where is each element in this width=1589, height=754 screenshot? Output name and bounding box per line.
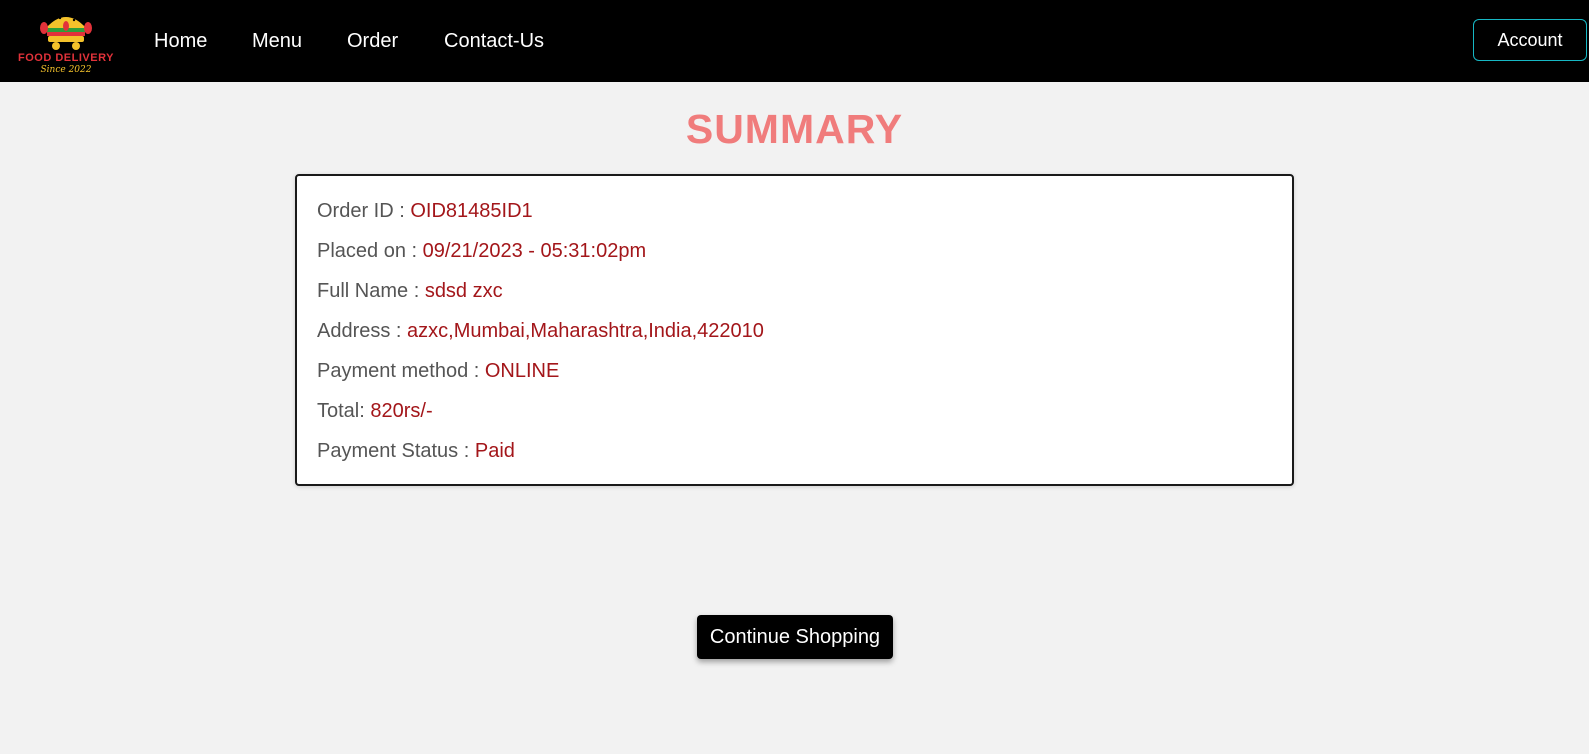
nav-home-link[interactable]: Home [154,28,207,54]
total-row: Total: 820rs/- [317,398,433,424]
brand-tagline: Since 2022 [40,65,92,75]
navbar: FOOD DELIVERY Since 2022 Home Menu Order… [0,0,1589,82]
full-name-value: sdsd zxc [424,280,503,302]
placed-on-label: Placed on : [317,240,423,262]
payment-status-row: Payment Status : Paid [317,438,515,464]
payment-method-row: Payment method : ONLINE [317,358,559,384]
total-value: 820rs/- [370,400,433,422]
payment-status-value: Paid [474,440,515,462]
address-value: azxc,Mumbai,Maharashtra,India,422010 [407,320,764,342]
full-name-label: Full Name : [317,280,425,302]
payment-method-label: Payment method : [317,360,485,382]
order-id-value: OID81485ID1 [410,200,533,222]
payment-method-value: ONLINE [484,360,560,382]
continue-shopping-button[interactable]: Continue Shopping [697,615,893,659]
burger-cart-logo-icon [40,13,92,50]
total-label: Total: [317,400,371,422]
address-row: Address : azxc,Mumbai,Maharashtra,India,… [317,318,764,344]
nav-order-link[interactable]: Order [347,28,398,54]
brand-name: FOOD DELIVERY [18,52,114,64]
placed-on-row: Placed on : 09/21/2023 - 05:31:02pm [317,238,646,264]
full-name-row: Full Name : sdsd zxc [317,278,503,304]
order-summary-card: Order ID : OID81485ID1 Placed on : 09/21… [295,174,1294,486]
nav-contact-us-link[interactable]: Contact-Us [444,28,544,54]
page-title: SUMMARY [685,106,904,152]
brand-logo[interactable]: FOOD DELIVERY Since 2022 [16,4,116,78]
payment-status-label: Payment Status : [317,440,475,462]
address-label: Address : [317,320,408,342]
order-id-label: Order ID : [317,200,411,222]
nav-menu-link[interactable]: Menu [252,28,302,54]
account-button[interactable]: Account [1473,19,1587,61]
order-id-row: Order ID : OID81485ID1 [317,198,533,224]
placed-on-value: 09/21/2023 - 05:31:02pm [422,240,647,262]
